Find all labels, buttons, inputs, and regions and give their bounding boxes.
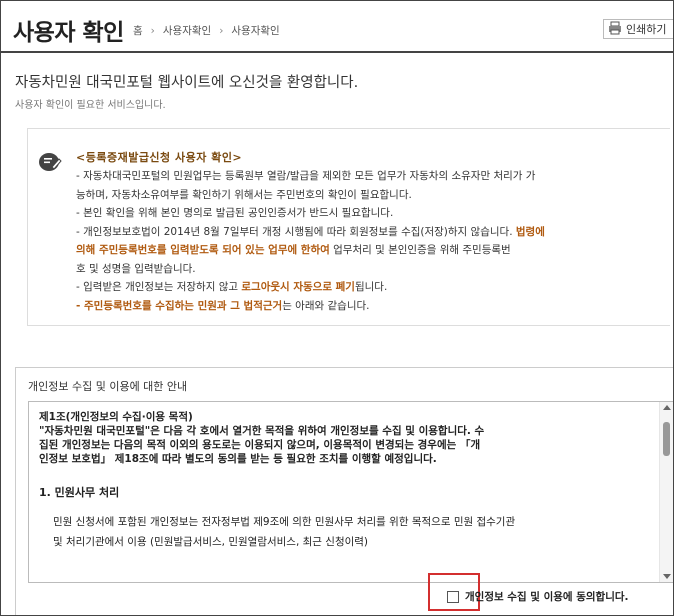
- notice-text: 업무처리 및 본인인증을 위해 주민등록번: [329, 244, 511, 256]
- terms-textarea[interactable]: 제1조(개인정보의 수집·이용 목적) "자동차민원 대국민포털"은 다음 각 호…: [28, 401, 673, 583]
- notice-text: - 개인정보보호법이 2014년 8월 7일부터 개정 시행됨에 따라 회원정보…: [76, 225, 516, 238]
- terms-section-body: 민원 신청서에 포함된 개인정보는 전자정부법 제9조에 의한 민원사무 처리를…: [39, 512, 649, 552]
- notice-emphasis: 로그아웃시 자동으로 폐기: [241, 281, 355, 293]
- notice-emphasis: - 주민등록번호를 수집하는 민원과 그 법적근거: [76, 299, 283, 312]
- terms-section-line: 및 처리기관에서 이용 (민원발급서비스, 민원열람서비스, 최근 신청이력): [53, 536, 369, 548]
- notice-line: 의해 주민등록번호를 입력받도록 되어 있는 업무에 한하여 업무처리 및 본인…: [76, 241, 664, 260]
- agree-checkbox[interactable]: [447, 590, 459, 603]
- notice-line: - 개인정보보호법이 2014년 8월 7일부터 개정 시행됨에 따라 회원정보…: [76, 223, 664, 242]
- notice-text: - 자동차대국민포털의 민원업무는 등록원부 열람/발급을 제외한 모든 업무가…: [76, 170, 536, 182]
- notice-title: <등록증재발급신청 사용자 확인>: [76, 151, 243, 164]
- chevron-right-icon: ›: [219, 24, 224, 37]
- agree-row[interactable]: 개인정보 수집 및 이용에 동의합니다.: [447, 589, 629, 604]
- notice-line: - 주민등록번호를 수집하는 민원과 그 법적근거는 아래와 같습니다.: [76, 297, 664, 316]
- terms-article-title: 제1조(개인정보의 수집·이용 목적): [39, 411, 193, 423]
- notice-text: 호 및 성명을 입력받습니다.: [76, 262, 196, 275]
- header-divider: [1, 51, 673, 53]
- chevron-right-icon: ›: [150, 24, 155, 37]
- terms-line: "자동차민원 대국민포털"은 다음 각 호에서 열거한 목적을 위하여 개인정보…: [39, 425, 485, 437]
- notice-line: 호 및 성명을 입력받습니다.: [76, 260, 664, 279]
- terms-line: 집된 개인정보는 다음의 목적 이외의 용도로는 이용되지 않으며, 이용목적이…: [39, 439, 481, 451]
- terms-section-line: 민원 신청서에 포함된 개인정보는 전자정부법 제9조에 의한 민원사무 처리를…: [53, 516, 516, 528]
- notice-text: - 입력받은 개인정보는 저장하지 않고: [76, 281, 242, 293]
- scrollbar-thumb[interactable]: [663, 422, 670, 456]
- terms-section-head: 1. 민원사무 처리: [39, 486, 120, 499]
- print-label: 인쇄하기: [626, 23, 667, 36]
- page-title: 사용자 확인: [13, 20, 124, 46]
- notice-text: 됩니다.: [354, 281, 388, 293]
- terms-scrollbar[interactable]: [659, 402, 673, 582]
- agree-label: 개인정보 수집 및 이용에 동의합니다.: [465, 591, 629, 603]
- notice-line: 능하며, 자동차소유여부를 확인하기 위해서는 주민번호의 확인이 필요합니다.: [76, 186, 664, 205]
- notice-text: - 본인 확인을 위해 본인 명의로 발급된 공인인증서가 반드시 필요합니다.: [76, 207, 394, 219]
- notice-text: 는 아래와 같습니다.: [282, 299, 370, 312]
- breadcrumb-current: 사용자확인: [231, 25, 280, 37]
- notice-line: - 입력받은 개인정보는 저장하지 않고 로그아웃시 자동으로 폐기됩니다.: [76, 278, 664, 297]
- scroll-up-icon[interactable]: [663, 405, 671, 410]
- scroll-down-icon[interactable]: [663, 574, 671, 579]
- notice-box: <등록증재발급신청 사용자 확인> - 자동차대국민포털의 민원업무는 등록원부…: [27, 128, 670, 326]
- printer-icon: [608, 21, 622, 38]
- notice-line: - 자동차대국민포털의 민원업무는 등록원부 열람/발급을 제외한 모든 업무가…: [76, 167, 664, 186]
- breadcrumb: 홈 › 사용자확인 › 사용자확인: [133, 23, 280, 38]
- welcome-subtitle: 사용자 확인이 필요한 서비스입니다.: [15, 100, 166, 111]
- breadcrumb-home[interactable]: 홈: [133, 23, 143, 38]
- terms-content: 제1조(개인정보의 수집·이용 목적) "자동차민원 대국민포털"은 다음 각 호…: [39, 410, 649, 552]
- terms-line: 인정보 보호법」 제18조에 따라 별도의 동의를 받는 등 필요한 조치를 이…: [39, 453, 437, 465]
- notice-body: - 자동차대국민포털의 민원업무는 등록원부 열람/발급을 제외한 모든 업무가…: [76, 167, 664, 315]
- terms-article: 제1조(개인정보의 수집·이용 목적) "자동차민원 대국민포털"은 다음 각 호…: [39, 410, 649, 466]
- notice-text: 능하며, 자동차소유여부를 확인하기 위해서는 주민번호의 확인이 필요합니다.: [76, 188, 412, 201]
- welcome-title: 자동차민원 대국민포털 웹사이트에 오신것을 환영합니다.: [15, 75, 359, 91]
- print-button[interactable]: 인쇄하기: [603, 19, 673, 39]
- breadcrumb-item[interactable]: 사용자확인: [163, 23, 211, 38]
- page-frame: 사용자 확인 홈 › 사용자확인 › 사용자확인 인쇄하기 자동차민원 대국민포…: [0, 0, 674, 616]
- notice-line: - 본인 확인을 위해 본인 명의로 발급된 공인인증서가 반드시 필요합니다.: [76, 204, 664, 223]
- consent-title: 개인정보 수집 및 이용에 대한 안내: [28, 380, 188, 393]
- edit-note-icon: [38, 151, 62, 173]
- consent-section: 개인정보 수집 및 이용에 대한 안내 제1조(개인정보의 수집·이용 목적) "…: [15, 367, 673, 615]
- notice-emphasis: 의해 주민등록번호를 입력받도록 되어 있는 업무에 한하여: [76, 244, 330, 256]
- notice-emphasis: 법령에: [515, 225, 545, 238]
